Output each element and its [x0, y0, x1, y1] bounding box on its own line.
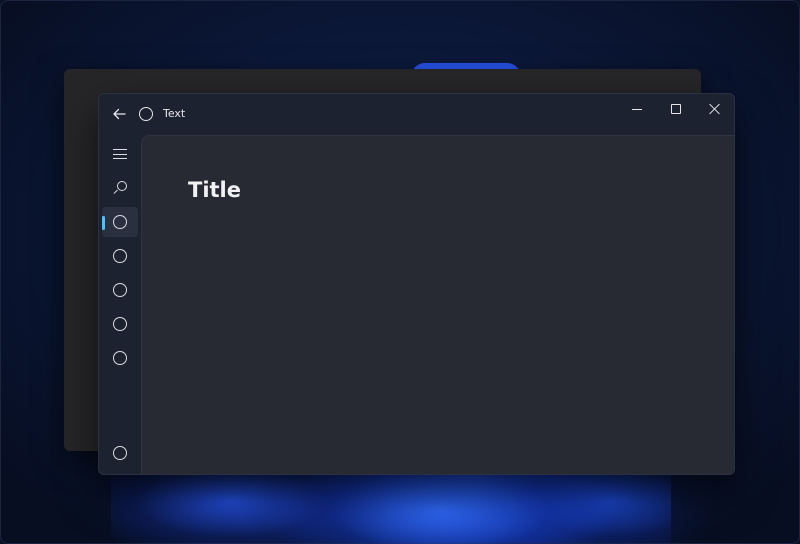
nav-item-5[interactable] [102, 343, 138, 373]
window-title: Text [163, 107, 186, 120]
menu-toggle-button[interactable] [102, 139, 138, 169]
nav-item-1[interactable] [102, 207, 138, 237]
circle-icon [113, 249, 127, 263]
app-window: Text Title [98, 93, 735, 475]
hamburger-icon [113, 149, 127, 160]
minimize-icon [632, 108, 642, 110]
nav-item-2[interactable] [102, 241, 138, 271]
minimize-button[interactable] [617, 94, 657, 124]
close-button[interactable] [695, 94, 734, 124]
maximize-icon [671, 104, 681, 114]
nav-footer-item[interactable] [102, 438, 138, 468]
title-bar[interactable]: Text [99, 94, 734, 134]
nav-item-3[interactable] [102, 275, 138, 305]
close-icon [709, 103, 721, 115]
arrow-left-icon [113, 108, 126, 120]
maximize-button[interactable] [656, 94, 696, 124]
page-title: Title [188, 178, 242, 202]
navigation-pane [99, 134, 141, 474]
search-icon [113, 181, 127, 195]
circle-icon [113, 351, 127, 365]
circle-icon [113, 446, 127, 460]
search-button[interactable] [102, 173, 138, 203]
circle-icon [113, 215, 127, 229]
circle-icon [113, 317, 127, 331]
back-button[interactable] [107, 102, 131, 126]
content-area: Title [141, 135, 734, 474]
circle-icon [139, 107, 153, 121]
circle-icon [113, 283, 127, 297]
selection-indicator [102, 216, 105, 230]
nav-item-4[interactable] [102, 309, 138, 339]
